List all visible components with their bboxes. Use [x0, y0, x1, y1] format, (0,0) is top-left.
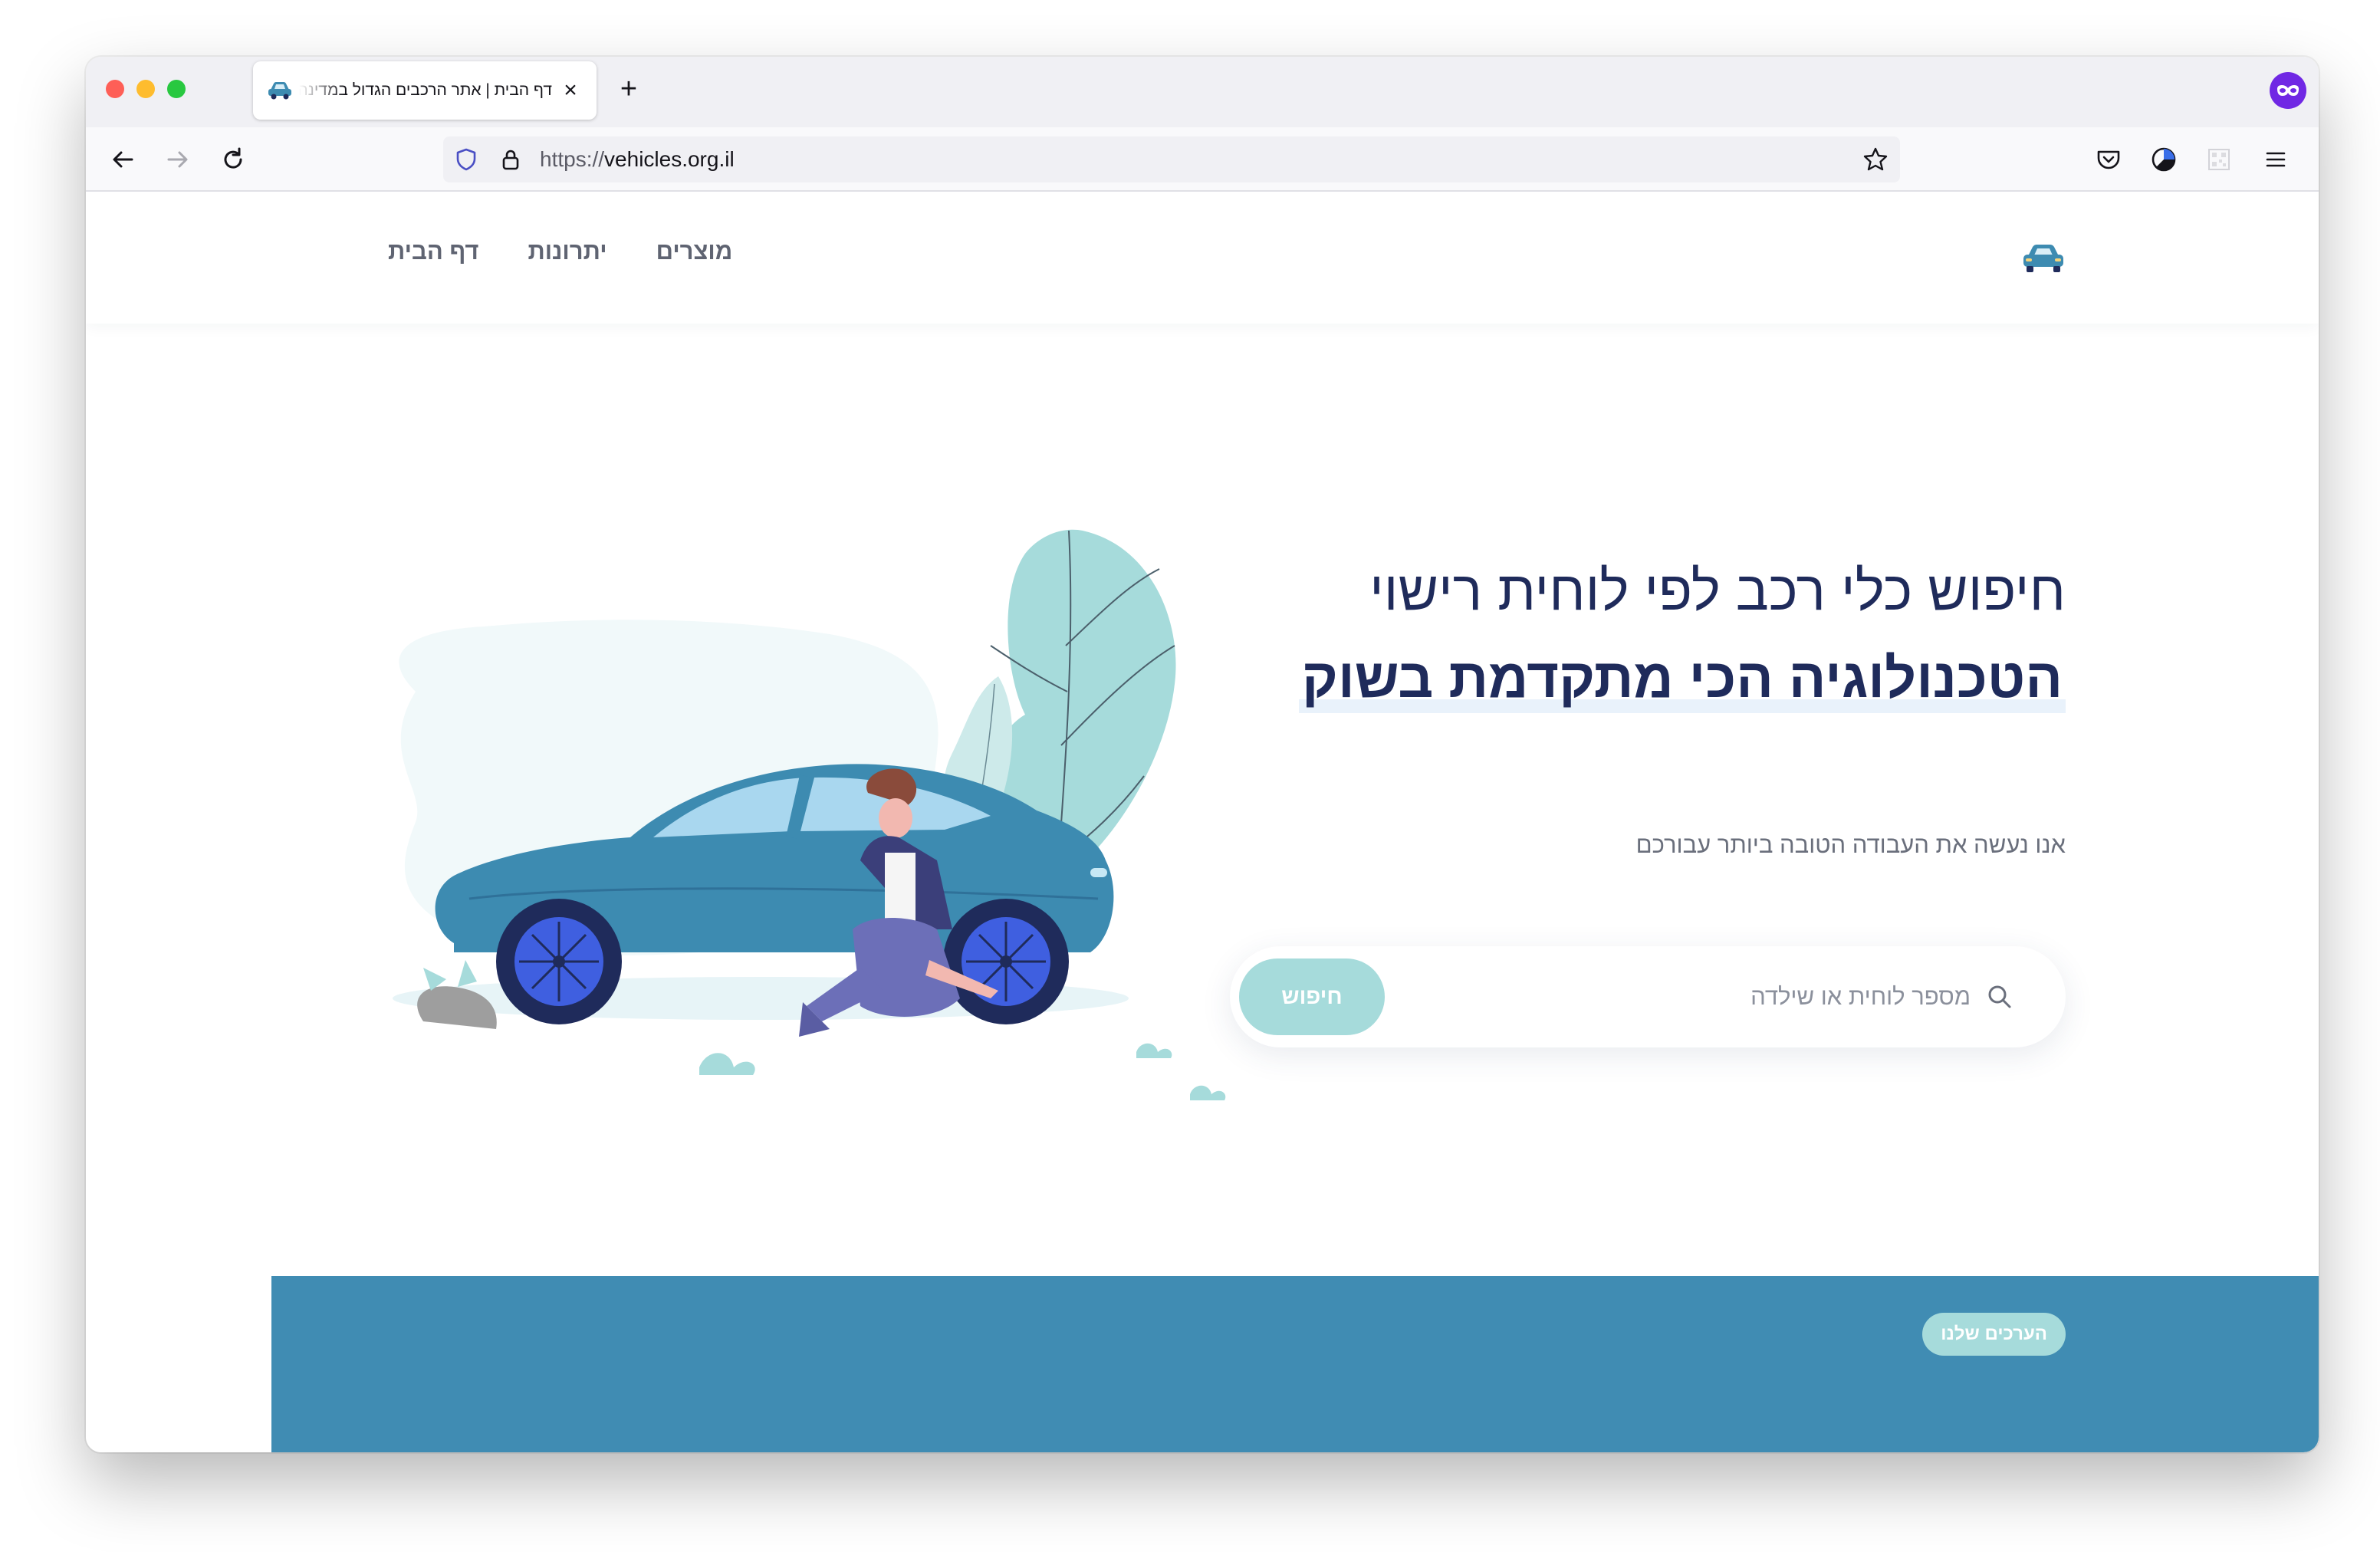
nav-link-advantages[interactable]: יתרונות — [528, 236, 607, 267]
pocket-icon[interactable] — [2092, 143, 2125, 176]
nav-link-products[interactable]: מוצרים — [656, 236, 733, 267]
reload-icon[interactable] — [216, 143, 250, 176]
hero-title-line2: הטכנולוגיה הכי מתקדמת בשוק — [1298, 644, 2066, 713]
hero-title-line1: חיפוש כלי רכב לפי לוחית רישוי — [1369, 561, 2066, 622]
url-scheme: https:// — [540, 147, 605, 171]
plate-search-input[interactable] — [1480, 974, 1971, 1020]
values-section — [271, 1276, 2319, 1452]
search-button[interactable]: חיפוש — [1239, 958, 1385, 1035]
bookmark-star-icon[interactable] — [1862, 146, 1889, 173]
plate-search-form: חיפוש — [1230, 946, 2066, 1047]
car-icon — [268, 82, 291, 100]
forward-arrow-icon[interactable] — [161, 143, 195, 176]
minimize-window-button[interactable] — [136, 80, 155, 98]
tab-title: דף הבית | אתר הרכבים הגדול במדינה — [299, 81, 552, 99]
search-icon — [1988, 985, 2011, 1008]
nav-link-home[interactable]: דף הבית — [388, 236, 478, 267]
site-header: דף הבית יתרונות מוצרים — [86, 193, 2319, 324]
navigation-toolbar: https://vehicles.org.il — [86, 127, 2319, 192]
hamburger-menu-icon[interactable] — [2259, 143, 2293, 176]
url-host: vehicles.org.il — [604, 147, 735, 171]
url-text[interactable]: https://vehicles.org.il — [540, 136, 735, 182]
extension-icon[interactable] — [2147, 143, 2181, 176]
web-page: דף הבית יתרונות מוצרים חיפוש כלי רכב לפי… — [86, 193, 2319, 1452]
hero-illustration — [393, 529, 1226, 1100]
shield-icon[interactable] — [454, 147, 478, 172]
site-nav: דף הבית יתרונות מוצרים — [388, 236, 732, 267]
lock-icon[interactable] — [498, 147, 523, 172]
hero-heading: חיפוש כלי רכב לפי לוחית רישוי הטכנולוגיה… — [1222, 557, 2066, 713]
tab-strip: × דף הבית | אתר הרכבים הגדול במדינה + — [86, 57, 2319, 127]
tab-active[interactable]: × דף הבית | אתר הרכבים הגדול במדינה — [253, 61, 597, 120]
hero-subtitle: אנו נעשה את העבודה הטובה ביותר עבורכם — [1635, 831, 2066, 858]
zoom-window-button[interactable] — [167, 80, 186, 98]
qr-icon[interactable] — [2202, 143, 2236, 176]
back-arrow-icon[interactable] — [106, 143, 140, 176]
close-icon[interactable]: × — [558, 78, 583, 103]
values-badge: הערכים שלנו — [1922, 1313, 2066, 1356]
browser-window: × דף הבית | אתר הרכבים הגדול במדינה + ht… — [86, 57, 2319, 1452]
url-bar[interactable]: https://vehicles.org.il — [443, 136, 1900, 182]
new-tab-button[interactable]: + — [612, 72, 646, 106]
close-window-button[interactable] — [106, 80, 124, 98]
car-icon[interactable] — [2021, 241, 2066, 276]
private-mask-icon[interactable] — [2270, 72, 2306, 109]
